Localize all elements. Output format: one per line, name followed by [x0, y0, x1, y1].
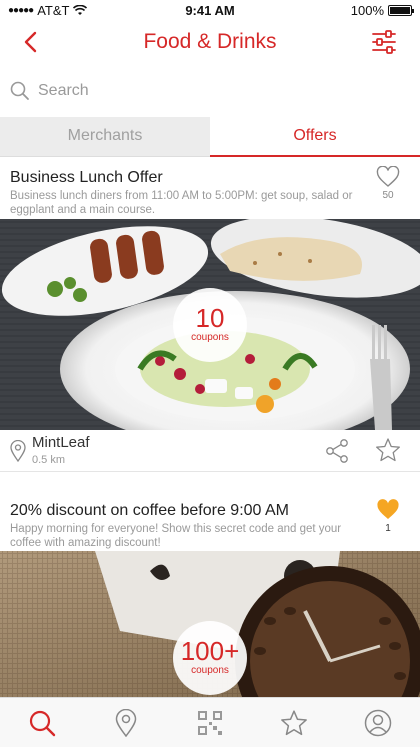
battery-level	[390, 7, 410, 14]
heart-icon	[376, 166, 400, 187]
star-icon	[281, 709, 307, 735]
star-icon[interactable]	[375, 437, 401, 463]
battery-info: 100%	[350, 3, 414, 18]
tab-qr-scan[interactable]	[190, 703, 230, 743]
tab-search[interactable]	[22, 703, 62, 743]
coupon-count: 10	[195, 303, 225, 333]
coupon-count: 100+	[180, 636, 240, 666]
coupon-label: coupons	[191, 332, 229, 343]
tab-map[interactable]	[106, 703, 146, 743]
search-input[interactable]	[38, 76, 398, 106]
profile-icon	[364, 709, 392, 736]
qr-code-icon	[198, 710, 222, 735]
location-pin-icon	[10, 440, 26, 462]
tab-merchants[interactable]: Merchants	[0, 117, 210, 157]
bottom-tab-bar	[0, 697, 420, 747]
tab-offers[interactable]: Offers	[210, 117, 420, 157]
coupon-badge: 100+ coupons	[173, 621, 247, 695]
search-bar	[0, 72, 420, 110]
merchant-row: MintLeaf 0.5 km	[0, 430, 420, 472]
merchant-distance: 0.5 km	[32, 454, 66, 466]
status-bar: ●●●●● AT&T 9:41 AM 100%	[0, 0, 420, 22]
offer-title: 20% discount on coffee before 9:00 AM	[10, 502, 290, 519]
merchant-name[interactable]: MintLeaf	[32, 434, 90, 451]
filter-button[interactable]	[370, 28, 398, 56]
location-pin-icon	[115, 708, 137, 737]
heart-icon	[377, 499, 399, 519]
search-icon	[29, 710, 56, 736]
tab-favorites[interactable]	[274, 703, 314, 743]
offer-photo: 10 coupons	[0, 219, 420, 430]
like-button[interactable]: 50	[374, 166, 402, 201]
like-count: 1	[385, 523, 391, 534]
battery-percent: 100%	[350, 3, 384, 18]
offer-title: Business Lunch Offer	[10, 169, 163, 186]
battery-icon	[388, 5, 414, 16]
offer-description: Business lunch diners from 11:00 AM to 5…	[10, 190, 353, 216]
offer-description: Happy morning for everyone! Show this se…	[10, 523, 342, 549]
search-icon	[10, 81, 29, 100]
sliders-icon	[372, 30, 396, 54]
segment-tabs: Merchants Offers	[0, 117, 420, 157]
share-icon[interactable]	[325, 438, 349, 464]
tab-profile[interactable]	[358, 703, 398, 743]
nav-bar: Food & Drinks	[0, 22, 420, 64]
coupon-badge: 10 coupons	[173, 288, 247, 362]
like-count: 50	[382, 190, 394, 201]
page-title: Food & Drinks	[143, 30, 277, 53]
offer-photo: 100+ coupons	[0, 551, 420, 697]
coupon-label: coupons	[191, 665, 229, 676]
like-button[interactable]: 1	[374, 499, 402, 534]
